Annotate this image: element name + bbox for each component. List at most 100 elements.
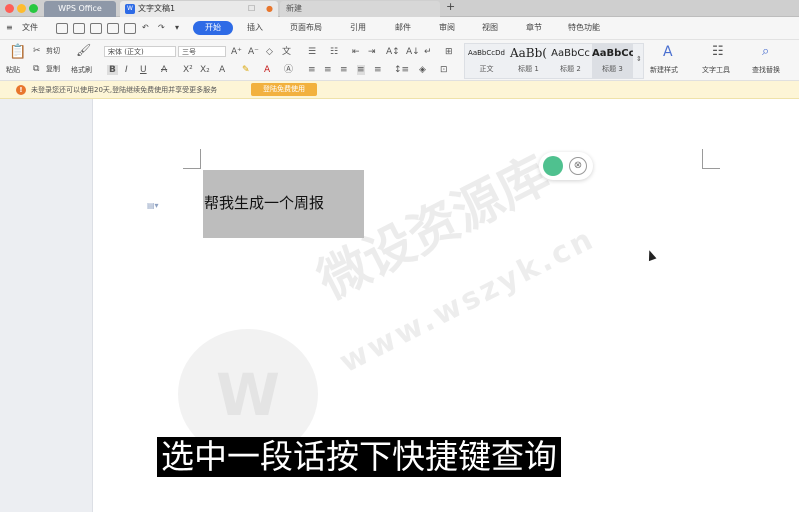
increase-indent-icon[interactable]: ⇥ [368,47,376,57]
chinese-layout-icon[interactable]: A↕ [386,47,400,57]
redo-icon[interactable]: ↷ [158,22,165,34]
bold-icon[interactable]: B [107,65,118,75]
tab-review[interactable]: 审阅 [439,22,455,34]
margin-corner-top-right [702,149,720,169]
navigation-pane [0,99,93,512]
italic-icon[interactable]: I [125,65,128,75]
tab-document-label: 文字文稿1 [138,4,176,13]
ai-assistant-icon[interactable] [543,156,563,176]
video-caption: 选中一段话按下快捷键查询 [157,437,561,477]
tab-page-layout[interactable]: 页面布局 [290,22,322,34]
borders-icon[interactable]: ⊞ [445,47,453,57]
zoom-window-button[interactable] [29,4,38,13]
format-painter-button[interactable]: 格式刷 [71,66,92,75]
style-heading-3-label: 标题 3 [602,65,623,73]
menu-bar: ≡ 文件 ↶ ↷ ▾ 开始 插入 页面布局 引用 邮件 审阅 视图 章节 特色功… [0,17,799,40]
text-tools-button[interactable]: 文字工具 [702,66,730,75]
print-icon[interactable] [107,23,119,34]
ribbon-toolbar: 📋 粘贴 ✂ 剪切 ⧉ 复制 🖌 格式刷 宋体 (正文) 三号 A⁺ A⁻ ◇ … [0,40,799,81]
hamburger-menu-icon[interactable]: ≡ [6,22,13,34]
new-style-button[interactable]: 新建样式 [650,66,678,75]
border-menu-icon[interactable]: ⊡ [440,65,448,75]
paste-icon[interactable]: 📋 [9,45,26,59]
font-name-select[interactable]: 宋体 (正文) [104,46,176,57]
style-heading-2[interactable]: AaBbCc 标题 2 [550,43,591,79]
document-paragraph-text[interactable]: 帮我生成一个周报 [204,193,324,213]
style-normal[interactable]: AaBbCcDd 正文 [466,43,507,79]
style-heading-2-label: 标题 2 [560,65,581,73]
cloud-icon: ☐ [248,4,256,13]
char-border-icon[interactable]: Ⓐ [284,65,293,75]
window-tab-bar: WPS Office W 文字文稿1 ☐ ● 新建 + [0,0,799,17]
style-normal-preview: AaBbCcDd [468,49,505,57]
numbered-list-icon[interactable]: ☷ [330,47,338,57]
margin-corner-top-left [183,149,201,169]
tab-document[interactable]: W 文字文稿1 ☐ ● [120,1,278,17]
subscript-icon[interactable]: X₂ [200,65,210,75]
close-window-button[interactable] [5,4,14,13]
style-heading-3[interactable]: AaBbCc 标题 3 [592,43,633,79]
document-icon: W [125,4,135,14]
save-icon[interactable] [73,23,85,34]
paragraph-handle-icon[interactable]: ▤▾ [147,201,159,210]
distribute-icon[interactable]: ≡ [374,65,382,75]
highlight-icon[interactable]: ✎ [242,65,250,75]
line-spacing-icon[interactable]: ↕≡ [394,65,409,75]
bullet-list-icon[interactable]: ☰ [308,47,316,57]
open-folder-icon[interactable] [56,23,68,34]
style-heading-3-preview: AaBbCc [592,48,633,59]
tab-new[interactable]: 新建 [280,1,440,17]
sort-icon[interactable]: A↓ [406,47,420,57]
text-tools-icon[interactable]: ☷ [712,44,724,60]
menu-file[interactable]: 文件 [22,22,38,34]
login-free-button[interactable]: 登陆免费使用 [251,83,317,96]
style-heading-1-preview: AaBb( [509,47,547,60]
align-center-icon[interactable]: ≡ [324,65,332,75]
tab-mail[interactable]: 邮件 [395,22,411,34]
search-icon[interactable]: ⌕ [762,44,769,60]
shading-icon[interactable]: ◈ [419,65,426,75]
tab-wps-office[interactable]: WPS Office [44,1,116,17]
copy-icon[interactable]: ⧉ [33,64,39,74]
decrease-indent-icon[interactable]: ⇤ [352,47,360,57]
paste-button[interactable]: 粘贴 [6,66,20,75]
align-left-icon[interactable]: ≡ [308,65,316,75]
text-effect-icon[interactable]: A [219,65,225,75]
align-right-icon[interactable]: ≡ [340,65,348,75]
floating-toolbar: ⊗ [539,152,593,180]
shrink-font-icon[interactable]: A⁻ [248,47,259,57]
minimize-window-button[interactable] [17,4,26,13]
tab-insert[interactable]: 插入 [247,22,263,34]
find-replace-button[interactable]: 查找替换 [752,66,780,75]
phonetic-icon[interactable]: 文 [282,47,291,57]
font-size-select[interactable]: 三号 [178,46,226,57]
style-heading-2-preview: AaBbCc [551,48,590,59]
cut-button[interactable]: 剪切 [46,47,60,56]
copy-button[interactable]: 复制 [46,65,60,74]
more-icon[interactable]: ▾ [175,22,179,34]
clear-format-icon[interactable]: ◇ [266,47,273,57]
tab-view[interactable]: 视图 [482,22,498,34]
scissors-icon[interactable]: ✂ [33,46,41,56]
grow-font-icon[interactable]: A⁺ [231,47,242,57]
format-painter-icon[interactable]: 🖌 [76,44,91,56]
gallery-scroll-icon[interactable]: ⇕ [636,54,642,64]
tab-special-features[interactable]: 特色功能 [568,22,600,34]
new-tab-icon[interactable]: + [446,0,455,13]
undo-icon[interactable]: ↶ [142,22,149,34]
show-marks-icon[interactable]: ↵ [424,47,432,57]
tab-chapter[interactable]: 章节 [526,22,542,34]
print-preview-icon[interactable] [124,23,136,34]
underline-icon[interactable]: U [140,65,147,75]
close-float-icon[interactable]: ⊗ [569,157,587,175]
new-style-icon[interactable]: A [663,44,673,60]
style-heading-1[interactable]: AaBb( 标题 1 [508,43,549,79]
justify-icon[interactable]: ≡ [357,65,365,75]
strikethrough-icon[interactable]: A [161,65,167,75]
tab-references[interactable]: 引用 [350,22,366,34]
export-pdf-icon[interactable] [90,23,102,34]
font-color-icon[interactable]: A [264,65,270,75]
superscript-icon[interactable]: X² [183,65,193,75]
tab-home[interactable]: 开始 [193,21,233,35]
style-heading-1-label: 标题 1 [518,65,539,73]
